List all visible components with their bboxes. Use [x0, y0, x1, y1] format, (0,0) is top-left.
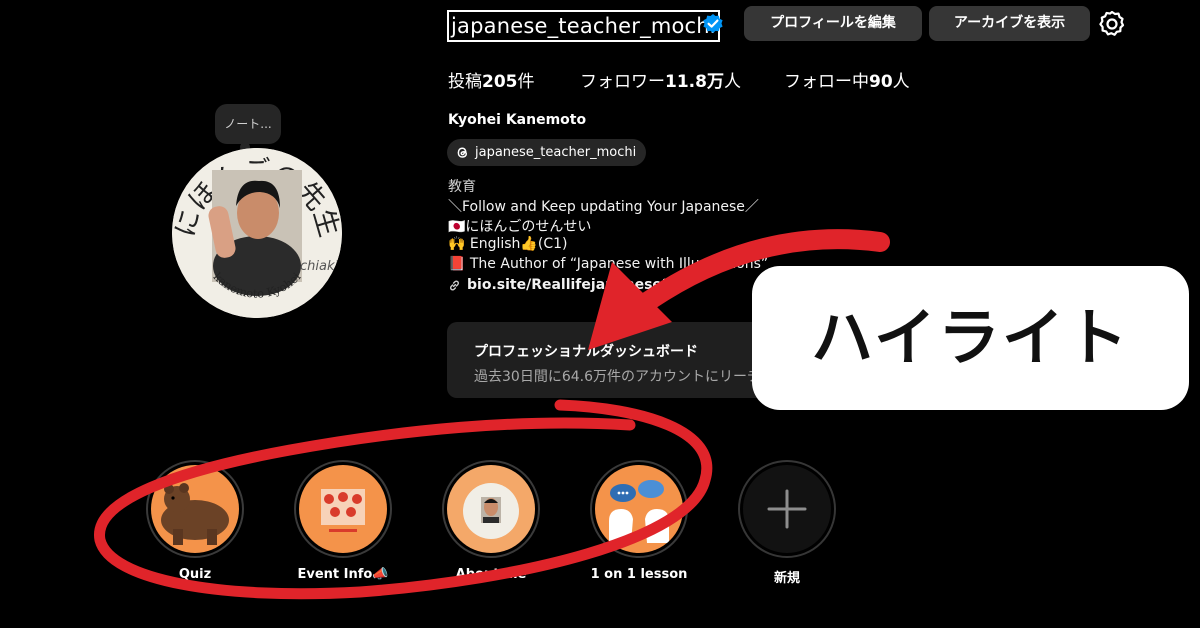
new-highlight-button[interactable] — [738, 460, 836, 558]
highlight-about-me[interactable] — [442, 460, 540, 558]
bio-link[interactable]: bio.site/Reallifejapanese20 — [448, 277, 681, 293]
bear-illustration — [161, 483, 229, 545]
highlight-cover — [447, 465, 535, 553]
threads-badge[interactable]: japanese_teacher_mochi — [447, 139, 647, 166]
highlight-callout-label: ハイライト — [752, 266, 1189, 410]
highlight-label: About me — [455, 567, 527, 582]
highlight-cover — [743, 465, 831, 553]
stat-followers[interactable]: フォロワー11.8万人 — [580, 67, 741, 92]
username: japanese_teacher_mochi — [447, 10, 720, 42]
bio-category: 教育 — [448, 179, 476, 195]
highlight-cover — [595, 465, 683, 553]
highlight-cover — [299, 465, 387, 553]
bio-link-text[interactable]: bio.site/Reallifejapanese20 — [467, 277, 681, 293]
display-name: Kyohei Kanemoto — [448, 112, 587, 128]
highlight-label: 1 on 1 lesson — [590, 567, 688, 582]
highlight-label: Quiz — [178, 567, 212, 582]
event-illustration — [321, 489, 365, 532]
bio-line: 🇯🇵にほんごのせんせい — [448, 219, 592, 235]
highlight-event-info[interactable] — [294, 460, 392, 558]
avatar-artwork: にほんごの先生 chiaki kanemoto Kyohei — [172, 148, 342, 318]
link-icon — [450, 280, 459, 290]
plus-icon — [767, 489, 807, 529]
settings-gear-icon[interactable] — [1098, 10, 1126, 38]
highlight-quiz[interactable] — [146, 460, 244, 558]
stat-posts: 投稿205件 — [448, 72, 535, 92]
stat-following[interactable]: フォロー中90人 — [784, 67, 910, 92]
dashboard-title: プロフェッショナルダッシュボード — [474, 344, 698, 360]
threads-handle: japanese_teacher_mochi — [475, 145, 637, 160]
highlight-label: 新規 — [773, 571, 800, 586]
bio-line: 📕 The Author of “Japanese with Illustrat… — [448, 256, 769, 272]
note-bubble[interactable]: ノート... — [215, 104, 281, 144]
avatar-signature: chiaki — [300, 259, 338, 274]
bio-line: ＼Follow and Keep updating Your Japanese／ — [448, 199, 759, 215]
conversation-illustration — [609, 480, 669, 543]
profile-avatar[interactable]: にほんごの先生 chiaki kanemoto Kyohei — [172, 148, 342, 318]
verified-badge-icon — [703, 14, 723, 33]
edit-profile-button[interactable]: プロフィールを編集 — [744, 6, 922, 41]
bio-line: 🙌 English👍(C1) — [448, 236, 568, 252]
highlight-1on1-lesson[interactable] — [590, 460, 688, 558]
view-archive-button[interactable]: アーカイブを表示 — [929, 6, 1090, 41]
about-me-illustration — [463, 483, 519, 539]
highlight-cover — [151, 465, 239, 553]
threads-icon — [457, 147, 468, 158]
highlight-label: Event Info📣 — [297, 567, 389, 582]
